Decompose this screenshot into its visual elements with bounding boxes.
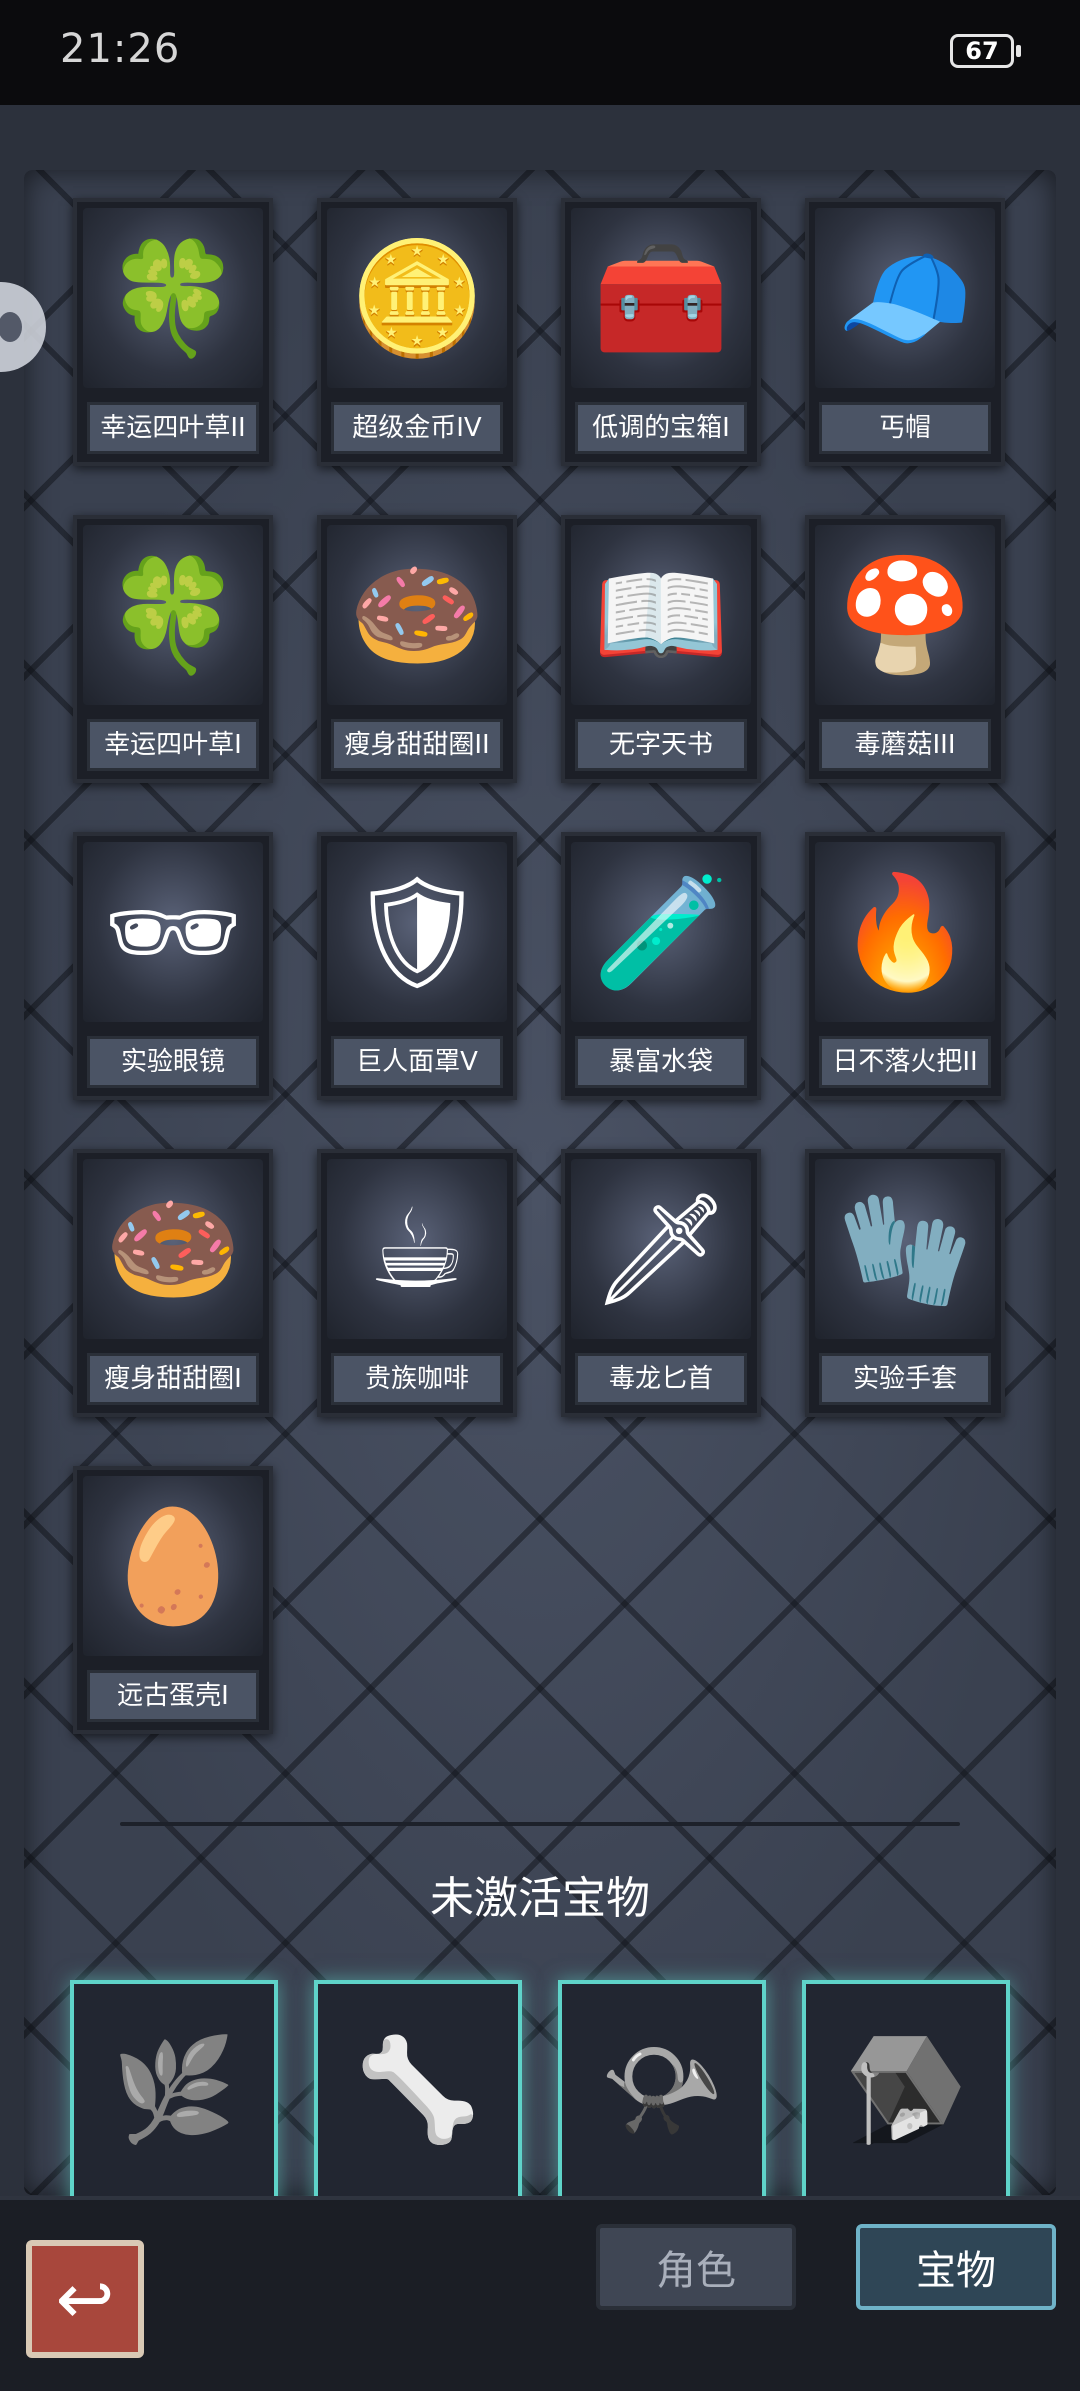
treasure-card[interactable]: 🧰 低调的宝箱I [561, 198, 761, 466]
treasure-name: 丐帽 [819, 402, 991, 454]
treasure-name: 毒龙匕首 [575, 1353, 747, 1405]
inactive-treasure-card[interactable]: 📯 [558, 1980, 766, 2220]
treasure-name: 贵族咖啡 [331, 1353, 503, 1405]
tab-role[interactable]: 角色 [596, 2224, 796, 2310]
open-book-icon: 📖 [571, 525, 751, 705]
treasure-card[interactable]: 🪙 超级金币IV [317, 198, 517, 466]
treasure-card[interactable]: 🧪 暴富水袋 [561, 832, 761, 1100]
thorny-vine-icon: 🌿 [111, 2031, 237, 2148]
treasure-name: 幸运四叶草I [87, 719, 259, 771]
eggshell-icon: 🥚 [83, 1476, 263, 1656]
treasure-name: 瘦身甜甜圈I [87, 1353, 259, 1405]
coffee-cup-icon: ☕ [327, 1159, 507, 1339]
battery-icon: 67 [950, 34, 1021, 68]
clover-icon: 🍀 [83, 208, 263, 388]
treasure-name: 暴富水袋 [575, 1036, 747, 1088]
section-divider [120, 1822, 960, 1826]
potion-flask-icon: 🧪 [571, 842, 751, 1022]
treasure-card[interactable]: 🍩 瘦身甜甜圈I [73, 1149, 273, 1417]
treasure-card[interactable]: 🔥 日不落火把II [805, 832, 1005, 1100]
torch-icon: 🔥 [815, 842, 995, 1022]
bear-trap-icon: 🪤 [843, 2031, 969, 2148]
donut-icon: 🍩 [327, 525, 507, 705]
mask-icon: 🛡 [327, 842, 507, 1022]
inactive-treasure-card[interactable]: 🦴 [314, 1980, 522, 2220]
treasure-name: 远古蛋壳I [87, 1670, 259, 1722]
treasure-card[interactable]: 🍄 毒蘑菇III [805, 515, 1005, 783]
treasure-card[interactable]: 🧢 丐帽 [805, 198, 1005, 466]
status-bar: 21:26 67 [0, 0, 1080, 105]
treasure-card[interactable]: ☕ 贵族咖啡 [317, 1149, 517, 1417]
inactive-treasure-card[interactable]: 🪤 [802, 1980, 1010, 2220]
clover-icon: 🍀 [83, 525, 263, 705]
treasure-card[interactable]: 🍩 瘦身甜甜圈II [317, 515, 517, 783]
clock: 21:26 [60, 26, 181, 72]
treasure-name: 巨人面罩V [331, 1036, 503, 1088]
treasure-card[interactable]: 🛡 巨人面罩V [317, 832, 517, 1100]
treasure-card[interactable]: 🕶 实验眼镜 [73, 832, 273, 1100]
dagger-icon: 🗡 [571, 1159, 751, 1339]
treasure-chest-icon: 🧰 [571, 208, 751, 388]
mushroom-icon: 🍄 [815, 525, 995, 705]
back-arrow-icon: ↩ [55, 2258, 115, 2340]
treasure-card[interactable]: 🍀 幸运四叶草I [73, 515, 273, 783]
inactive-section-title: 未激活宝物 [430, 1873, 650, 1924]
inactive-treasure-card[interactable]: 🌿 [70, 1980, 278, 2220]
treasure-name: 实验手套 [819, 1353, 991, 1405]
glove-icon: 🧤 [815, 1159, 995, 1339]
goggles-icon: 🕶 [83, 842, 263, 1022]
treasure-name: 超级金币IV [331, 402, 503, 454]
treasure-name: 无字天书 [575, 719, 747, 771]
horn-icon: 📯 [599, 2031, 725, 2148]
treasure-card[interactable]: 🍀 幸运四叶草II [73, 198, 273, 466]
beanie-hat-icon: 🧢 [815, 208, 995, 388]
treasure-name: 低调的宝箱I [575, 402, 747, 454]
back-button[interactable]: ↩ [26, 2240, 144, 2358]
treasure-card[interactable]: 🧤 实验手套 [805, 1149, 1005, 1417]
bone-club-icon: 🦴 [355, 2031, 481, 2148]
treasure-card[interactable]: 📖 无字天书 [561, 515, 761, 783]
treasure-name: 幸运四叶草II [87, 402, 259, 454]
donut-icon: 🍩 [83, 1159, 263, 1339]
tab-treasure[interactable]: 宝物 [856, 2224, 1056, 2310]
treasure-name: 瘦身甜甜圈II [331, 719, 503, 771]
treasure-card[interactable]: 🥚 远古蛋壳I [73, 1466, 273, 1734]
treasure-name: 实验眼镜 [87, 1036, 259, 1088]
treasure-name: 毒蘑菇III [819, 719, 991, 771]
treasure-name: 日不落火把II [819, 1036, 991, 1088]
treasure-card[interactable]: 🗡 毒龙匕首 [561, 1149, 761, 1417]
gold-coin-icon: 🪙 [327, 208, 507, 388]
